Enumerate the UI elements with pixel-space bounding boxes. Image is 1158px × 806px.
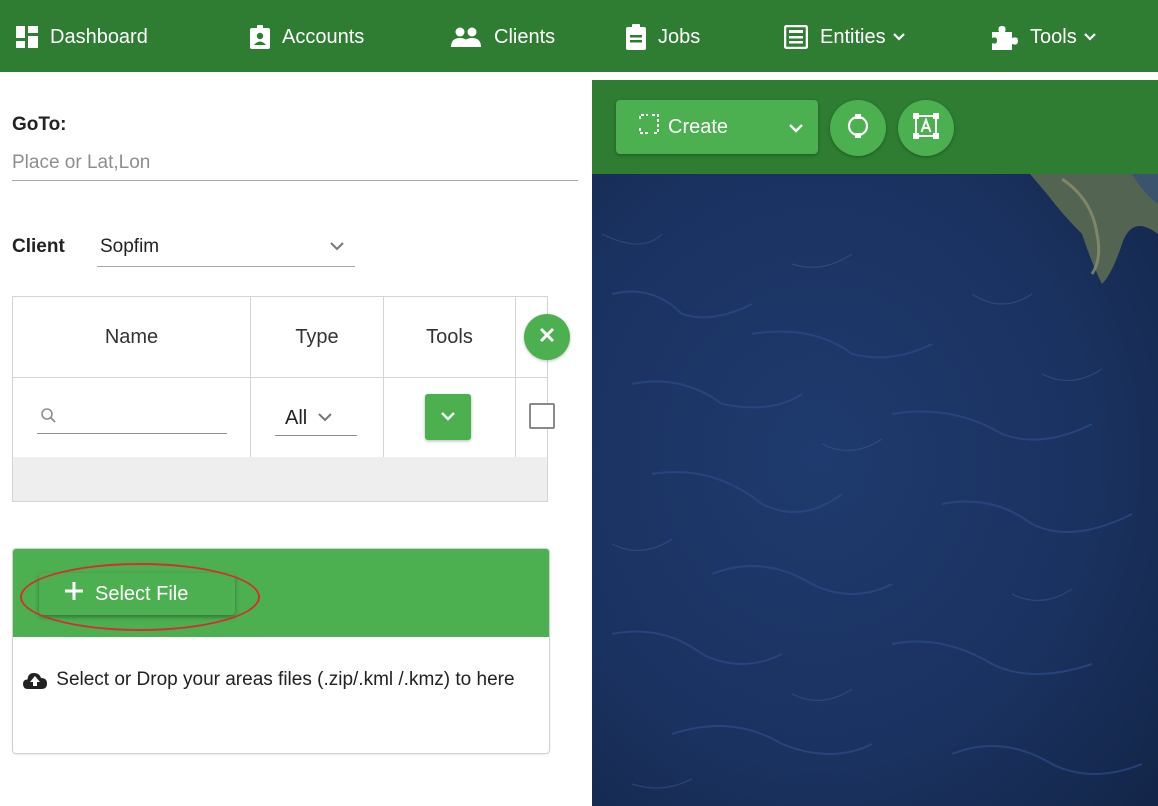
name-filter-input[interactable] — [67, 403, 226, 433]
dropzone[interactable]: Select or Drop your areas files (.zip/.k… — [23, 665, 523, 695]
users-icon — [450, 27, 482, 47]
goto-label: GoTo: — [12, 114, 67, 135]
name-filter — [37, 403, 227, 434]
nav-jobs[interactable]: Jobs — [626, 20, 700, 54]
text-box-icon — [912, 112, 940, 145]
newspaper-icon — [784, 25, 808, 49]
nav-dashboard-label: Dashboard — [50, 25, 148, 48]
nav-clients-label: Clients — [494, 25, 556, 48]
text-area-tool-button[interactable] — [898, 100, 954, 156]
nav-jobs-label: Jobs — [658, 25, 701, 48]
create-label: Create — [668, 115, 729, 138]
upload-card: Select File Select or Drop your areas fi… — [12, 548, 550, 754]
select-all-checkbox[interactable] — [529, 403, 555, 429]
chevron-down-icon — [892, 32, 906, 42]
circle-select-icon — [845, 113, 871, 144]
map-toolbar: Create — [592, 80, 1158, 174]
upload-card-header: Select File — [13, 549, 549, 637]
nav-clients[interactable]: Clients — [450, 20, 555, 54]
nav-tools-label: Tools — [1030, 25, 1077, 48]
type-filter-select[interactable]: All — [275, 401, 357, 436]
nav-entities-label: Entities — [820, 25, 886, 48]
client-select-value: Sopfim — [100, 236, 160, 257]
chevron-down-icon — [317, 409, 333, 427]
column-header-tools: Tools — [426, 325, 473, 348]
type-filter-value: All — [285, 406, 308, 429]
clear-filters-button[interactable] — [524, 314, 570, 360]
close-icon — [538, 326, 556, 349]
nav-dashboard[interactable]: Dashboard — [16, 20, 148, 54]
nav-tools[interactable]: Tools — [990, 20, 1097, 54]
create-dropdown-toggle[interactable] — [776, 100, 816, 154]
satellite-map-imagery — [592, 174, 1158, 806]
cloud-upload-icon — [23, 669, 56, 690]
column-header-name[interactable]: Name — [13, 297, 250, 377]
goto-input[interactable] — [12, 146, 578, 181]
dropzone-hint: Select or Drop your areas files (.zip/.k… — [56, 669, 515, 690]
nav-accounts[interactable]: Accounts — [250, 20, 364, 54]
table-footer — [13, 457, 547, 501]
chevron-down-icon — [1083, 32, 1097, 42]
draw-area-icon — [616, 113, 660, 141]
tools-dropdown-button[interactable] — [425, 394, 471, 440]
map-view[interactable]: Create — [592, 80, 1158, 806]
draw-circle-tool-button[interactable] — [830, 100, 886, 156]
chevron-down-icon — [329, 238, 345, 256]
clipboard-icon — [626, 24, 646, 50]
areas-table: Name Type Tools All — [12, 296, 570, 502]
chevron-down-icon — [440, 408, 456, 426]
select-file-button[interactable]: Select File — [39, 573, 235, 615]
row-divider — [13, 377, 547, 378]
client-select[interactable]: Sopfim — [97, 228, 355, 267]
nav-accounts-label: Accounts — [282, 25, 365, 48]
nav-entities[interactable]: Entities — [784, 20, 906, 54]
dashboard-icon — [16, 26, 38, 48]
select-file-label: Select File — [95, 582, 189, 605]
puzzle-icon — [990, 24, 1018, 50]
create-button[interactable]: Create — [616, 100, 776, 154]
create-split-button: Create — [616, 100, 818, 154]
chevron-down-icon — [788, 116, 804, 139]
column-header-type[interactable]: Type — [251, 297, 383, 377]
id-badge-icon — [250, 25, 270, 49]
top-navigation-bar: Dashboard Accounts Clients Jobs Entities… — [0, 0, 1158, 72]
client-label: Client — [12, 236, 65, 257]
plus-icon — [39, 582, 83, 606]
